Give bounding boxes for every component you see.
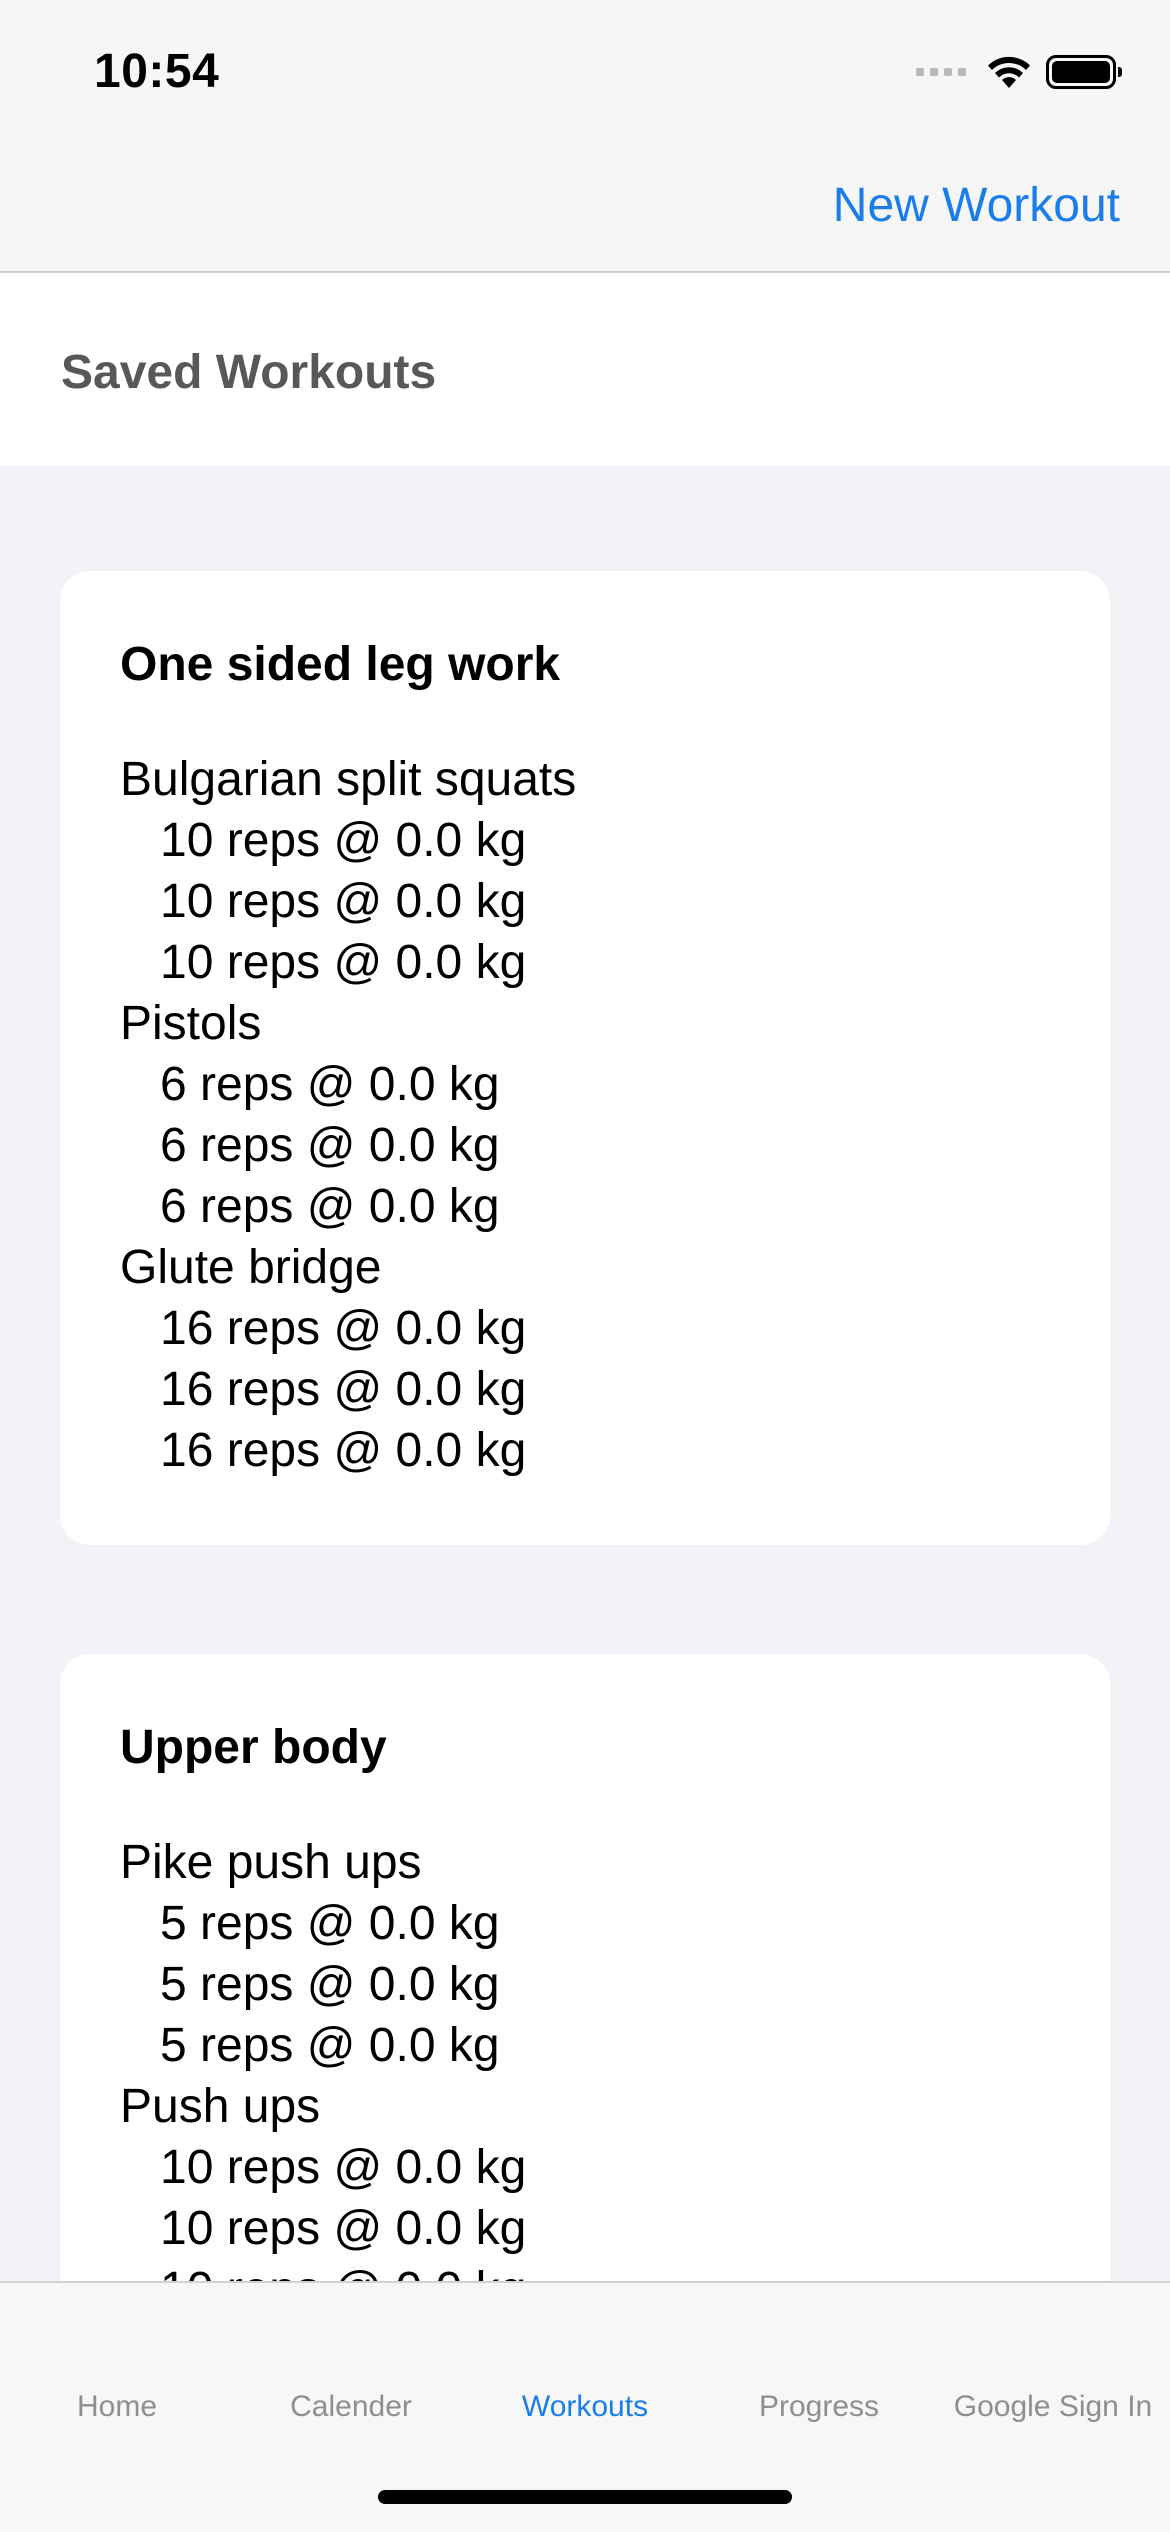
set-line: 5 reps @ 0.0 kg [160,1897,500,1950]
tab-workouts[interactable]: Workouts [468,2390,702,2424]
section-title: Saved Workouts [61,346,437,399]
workout-title: Upper body [120,1721,387,1774]
workout-card[interactable]: Upper body Pike push ups 5 reps @ 0.0 kg… [60,1654,1110,2281]
tab-calender[interactable]: Calender [234,2390,468,2424]
set-line: 5 reps @ 0.0 kg [160,2019,500,2072]
set-line: 16 reps @ 0.0 kg [160,1424,527,1477]
status-icons [916,50,1122,94]
workout-card[interactable]: One sided leg work Bulgarian split squat… [60,571,1110,1545]
set-line: 10 reps @ 0.0 kg [160,814,527,867]
set-line: 16 reps @ 0.0 kg [160,1302,527,1355]
status-time: 10:54 [94,45,220,98]
set-line: 10 reps @ 0.0 kg [160,936,527,989]
set-line: 6 reps @ 0.0 kg [160,1058,500,1111]
wifi-icon [986,54,1032,90]
exercise-name: Bulgarian split squats [120,753,577,806]
exercise-name: Push ups [120,2080,321,2133]
workouts-list[interactable]: One sided leg work Bulgarian split squat… [0,466,1170,2281]
section-header: Saved Workouts [0,273,1170,466]
set-line: 6 reps @ 0.0 kg [160,1180,500,1233]
set-line: 10 reps @ 0.0 kg [160,2141,527,2194]
battery-icon [1046,55,1122,89]
cellular-signal-icon [916,68,966,76]
workout-title: One sided leg work [120,638,561,691]
tab-google-sign-in[interactable]: Google Sign In [936,2390,1170,2424]
exercise-name: Glute bridge [120,1241,382,1294]
set-line: 16 reps @ 0.0 kg [160,1363,527,1416]
exercise-name: Pike push ups [120,1836,422,1889]
set-line: 10 reps @ 0.0 kg [120,2259,1050,2281]
home-indicator[interactable] [378,2490,792,2504]
set-line: 6 reps @ 0.0 kg [160,1119,500,1172]
exercise-name: Pistols [120,997,262,1050]
navigation-bar: 10:54 New Workout [0,0,1170,273]
tab-progress[interactable]: Progress [702,2390,936,2424]
set-line: 5 reps @ 0.0 kg [160,1958,500,2011]
set-line: 10 reps @ 0.0 kg [160,875,527,928]
tab-home[interactable]: Home [0,2390,234,2424]
new-workout-button[interactable]: New Workout [833,178,1120,233]
set-line: 10 reps @ 0.0 kg [160,2202,527,2255]
